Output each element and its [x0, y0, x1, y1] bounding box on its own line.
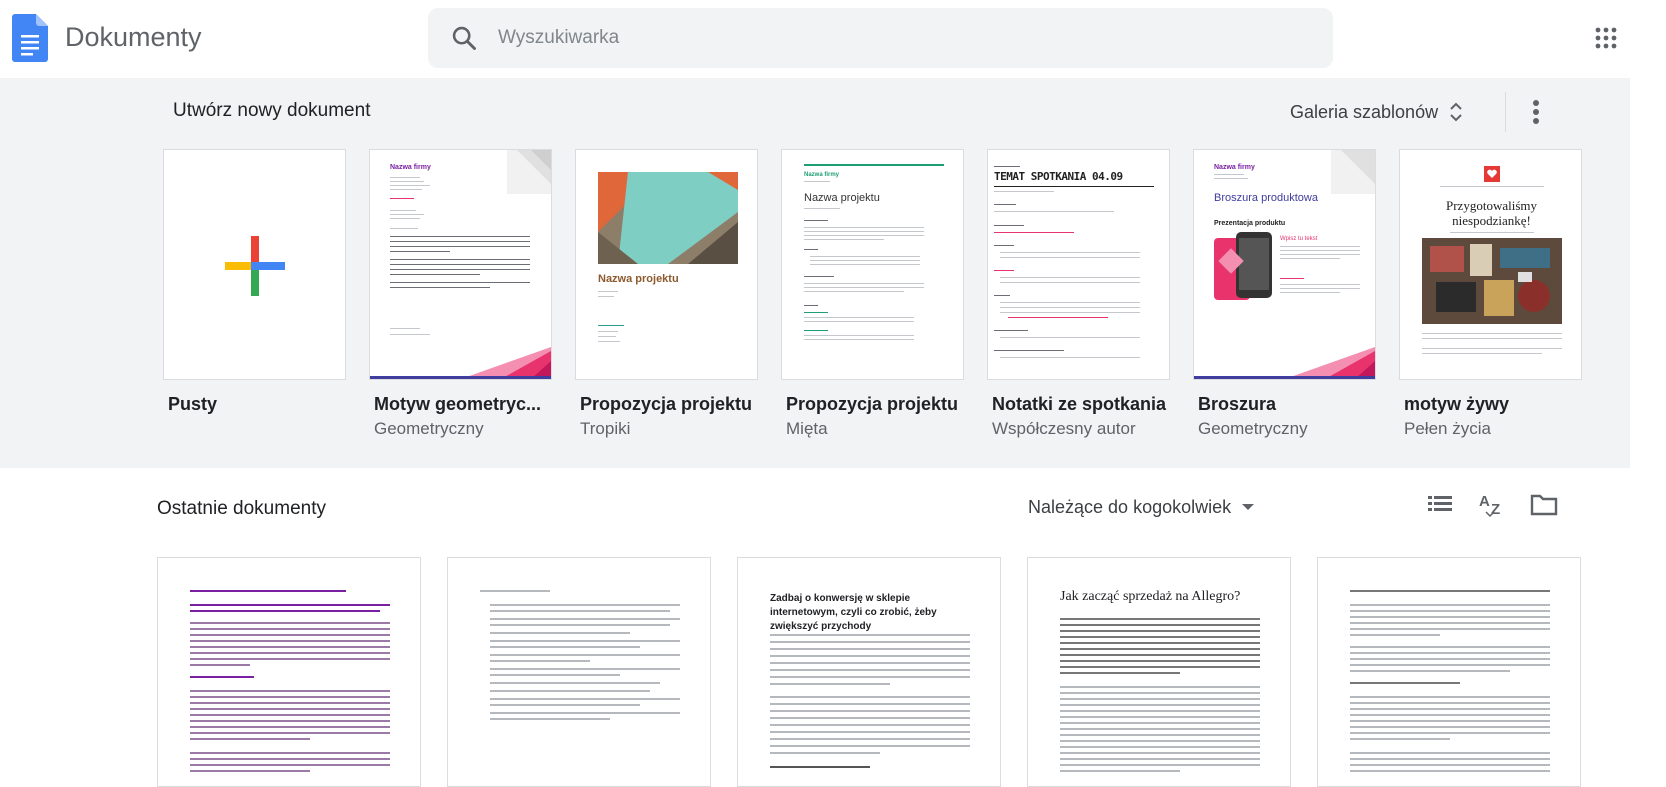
- more-vert-icon[interactable]: [1522, 96, 1550, 128]
- plus-icon: [225, 236, 285, 296]
- template-thumbnail[interactable]: Nazwa firmy: [369, 149, 552, 380]
- list-view-icon[interactable]: [1424, 488, 1456, 520]
- template-subtitle: Geometryczny: [1198, 419, 1308, 438]
- template-meeting-notes[interactable]: TEMAT SPOTKANIA 04.09 Notatki ze spotkan…: [987, 149, 1170, 439]
- recent-doc-card[interactable]: [1317, 557, 1581, 787]
- template-name: Pusty: [168, 394, 218, 414]
- search-icon[interactable]: [450, 24, 478, 52]
- app-title[interactable]: Dokumenty: [65, 22, 202, 53]
- doc-heading: Jak zacząć sprzedaż na Allegro?: [1060, 589, 1241, 604]
- sort-az-icon[interactable]: A Z: [1476, 488, 1508, 520]
- thumb-subtitle: Prezentacja produktu: [1214, 220, 1286, 227]
- top-app-bar: Dokumenty: [0, 0, 1666, 78]
- template-name: Propozycja projektu: [786, 394, 959, 414]
- template-thumbnail[interactable]: Nazwa projektu: [575, 149, 758, 380]
- template-thumbnail[interactable]: [163, 149, 346, 380]
- thumb-title: Nazwa projektu: [598, 273, 679, 285]
- template-subtitle: Współczesny autor: [992, 419, 1136, 438]
- template-gallery-label: Galeria szablonów: [1290, 101, 1439, 122]
- thumb-title: Nazwa projektu: [804, 192, 880, 204]
- template-vivid[interactable]: Przygotowaliśmy niespodziankę! motyw żyw…: [1399, 149, 1582, 439]
- thumb-title: Broszura produktowa: [1214, 192, 1318, 204]
- template-gallery-button[interactable]: Galeria szablonów: [1290, 92, 1464, 132]
- template-mint[interactable]: Nazwa firmy Nazwa projektu Propozycja pr…: [781, 149, 964, 439]
- gallery-title: Utwórz nowy dokument: [173, 100, 371, 121]
- thumb-title: Nazwa firmy: [390, 164, 431, 171]
- search-bar[interactable]: [428, 8, 1333, 68]
- template-blank[interactable]: Pusty: [163, 149, 346, 415]
- thumb-title: Przygotowaliśmy niespodziankę!: [1446, 198, 1537, 228]
- search-input[interactable]: [498, 20, 1298, 56]
- template-thumbnail[interactable]: TEMAT SPOTKANIA 04.09: [987, 149, 1170, 380]
- recent-doc-card[interactable]: [447, 557, 711, 787]
- doc-heading: Zadbaj o konwersję w sklepie internetowy…: [770, 593, 937, 632]
- template-name: motyw żywy: [1404, 394, 1510, 414]
- divider: [1505, 92, 1506, 132]
- svg-text:Z: Z: [1491, 501, 1500, 518]
- docs-logo-icon[interactable]: [12, 14, 48, 62]
- owner-filter-dropdown[interactable]: Należące do kogokolwiek: [1028, 492, 1255, 522]
- template-name: Propozycja projektu: [580, 394, 753, 414]
- folder-icon[interactable]: [1528, 488, 1560, 520]
- template-geometric[interactable]: Nazwa firmy Motyw geometryc... Geometryc…: [369, 149, 552, 439]
- template-thumbnail[interactable]: Nazwa firmy Broszura produktowa Prezenta…: [1193, 149, 1376, 380]
- template-name: Broszura: [1198, 394, 1277, 414]
- template-subtitle: Mięta: [786, 419, 828, 438]
- template-thumbnail[interactable]: Przygotowaliśmy niespodziankę!: [1399, 149, 1582, 380]
- template-name: Notatki ze spotkania: [992, 394, 1167, 414]
- thumb-title: TEMAT SPOTKANIA 04.09: [994, 170, 1123, 183]
- template-subtitle: Tropiki: [580, 419, 631, 438]
- template-name: Motyw geometryc...: [374, 394, 542, 414]
- template-gallery: Utwórz nowy dokument Galeria szablonów P…: [0, 78, 1630, 468]
- apps-grid-icon[interactable]: [1594, 26, 1618, 50]
- template-brochure[interactable]: Nazwa firmy Broszura produktowa Prezenta…: [1193, 149, 1376, 439]
- recent-docs-title: Ostatnie dokumenty: [157, 498, 326, 519]
- template-tropics[interactable]: Nazwa projektu Propozycja projektu Tropi…: [575, 149, 758, 439]
- owner-filter-label: Należące do kogokolwiek: [1028, 496, 1232, 517]
- template-subtitle: Geometryczny: [374, 419, 484, 438]
- template-thumbnail[interactable]: Nazwa firmy Nazwa projektu: [781, 149, 964, 380]
- svg-text:A: A: [1479, 493, 1490, 510]
- template-subtitle: Pełen życia: [1404, 419, 1491, 438]
- recent-doc-card[interactable]: Jak zacząć sprzedaż na Allegro?: [1027, 557, 1291, 787]
- recent-doc-card[interactable]: Zadbaj o konwersję w sklepie internetowy…: [737, 557, 1001, 787]
- recent-doc-card[interactable]: [157, 557, 421, 787]
- unfold-icon: [1450, 102, 1462, 122]
- dropdown-arrow-icon: [1242, 504, 1255, 510]
